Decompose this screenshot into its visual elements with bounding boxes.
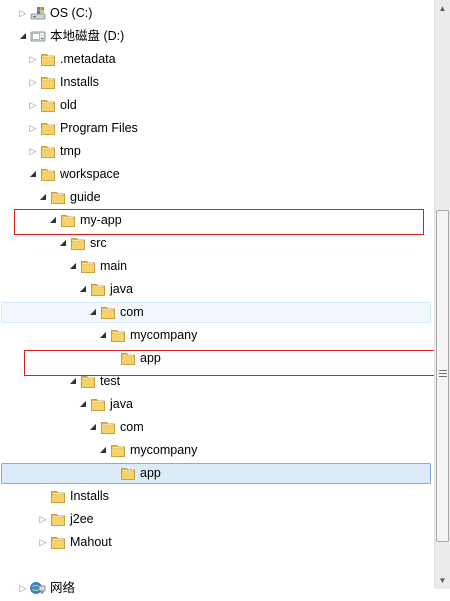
- folder-icon: [110, 327, 126, 343]
- tree-node[interactable]: Installs: [0, 486, 434, 509]
- tree-node-label: java: [110, 282, 133, 296]
- folder-icon: [80, 258, 96, 274]
- tree-node-label: src: [90, 236, 107, 250]
- tree-node[interactable]: ◢ com: [0, 302, 434, 325]
- tree-node-label: com: [120, 420, 144, 434]
- tree-node-label: Program Files: [60, 121, 138, 135]
- expanded-arrow-icon[interactable]: ◢: [28, 167, 38, 181]
- folder-icon: [70, 235, 86, 251]
- folder-icon: [50, 534, 66, 550]
- folder-icon: [40, 51, 56, 67]
- collapsed-arrow-icon[interactable]: ▷: [28, 121, 38, 135]
- tree-node[interactable]: ▷ j2ee: [0, 509, 434, 532]
- collapsed-arrow-icon[interactable]: ▷: [38, 512, 48, 526]
- tree-node[interactable]: ◢ workspace: [0, 164, 434, 187]
- tree-node-label: j2ee: [70, 512, 94, 526]
- tree-node-label: mycompany: [130, 328, 198, 342]
- tree-node-label: Installs: [70, 489, 109, 503]
- folder-icon: [40, 97, 56, 113]
- tree-node[interactable]: ▷ old: [0, 95, 434, 118]
- highlight-box-my-app: [14, 209, 424, 235]
- tree-node-label: mycompany: [130, 443, 198, 457]
- expanded-arrow-icon[interactable]: ◢: [68, 259, 78, 273]
- scrollbar-thumb[interactable]: [436, 210, 449, 542]
- tree-node[interactable]: ◢ src: [0, 233, 434, 256]
- tree-node-label: Installs: [60, 75, 99, 89]
- tree-node-label: java: [110, 397, 133, 411]
- collapsed-arrow-icon[interactable]: ▷: [28, 52, 38, 66]
- expanded-arrow-icon[interactable]: ◢: [38, 190, 48, 204]
- expanded-arrow-icon[interactable]: ◢: [88, 305, 98, 319]
- folder-icon: [110, 442, 126, 458]
- tree-node[interactable]: ◢ mycompany: [0, 440, 434, 463]
- folder-icon: [40, 143, 56, 159]
- folder-icon: [50, 189, 66, 205]
- folder-tree: ▷ OS (C:) ◢ 本地磁盘 (D:) ▷ .metadata ▷ Installs ▷ ol…: [0, 0, 434, 595]
- tree-node-label: old: [60, 98, 77, 112]
- folder-icon: [120, 465, 136, 481]
- tree-node-label: app: [140, 466, 161, 480]
- tree-node-label: guide: [70, 190, 101, 204]
- folder-icon: [100, 419, 116, 435]
- tree-node-label: main: [100, 259, 128, 273]
- drive-local-icon: [30, 28, 46, 44]
- highlight-box-app: [24, 350, 450, 376]
- tree-node[interactable]: ▷ 网络: [0, 578, 434, 601]
- tree-node[interactable]: ◢ guide: [0, 187, 434, 210]
- folder-icon: [90, 396, 106, 412]
- scroll-down-arrow-icon[interactable]: ▼: [435, 572, 450, 589]
- expanded-arrow-icon[interactable]: ◢: [78, 397, 88, 411]
- expanded-arrow-icon[interactable]: ◢: [78, 282, 88, 296]
- folder-icon: [50, 488, 66, 504]
- folder-icon: [100, 304, 116, 320]
- hover-highlight: [1, 302, 431, 323]
- expanded-arrow-icon[interactable]: ◢: [18, 29, 28, 43]
- tree-node[interactable]: app: [0, 463, 434, 486]
- tree-node[interactable]: ▷ Installs: [0, 72, 434, 95]
- tree-node-label: workspace: [60, 167, 120, 181]
- tree-node[interactable]: ◢ mycompany: [0, 325, 434, 348]
- folder-icon: [40, 74, 56, 90]
- tree-node-label: 本地磁盘 (D:): [50, 29, 125, 43]
- expanded-arrow-icon[interactable]: ◢: [68, 374, 78, 388]
- collapsed-arrow-icon[interactable]: ▷: [28, 75, 38, 89]
- collapsed-arrow-icon[interactable]: ▷: [38, 535, 48, 549]
- expanded-arrow-icon[interactable]: ◢: [88, 420, 98, 434]
- folder-icon: [90, 281, 106, 297]
- tree-node-label: tmp: [60, 144, 81, 158]
- folder-icon: [40, 166, 56, 182]
- tree-node[interactable]: ◢ main: [0, 256, 434, 279]
- network-icon: [30, 580, 46, 596]
- tree-node[interactable]: ▷ tmp: [0, 141, 434, 164]
- tree-node-label: com: [120, 305, 144, 319]
- expanded-arrow-icon[interactable]: ◢: [98, 328, 108, 342]
- tree-node-label: 网络: [50, 581, 76, 595]
- tree-node[interactable]: ◢ 本地磁盘 (D:): [0, 26, 434, 49]
- drive-windows-icon: [30, 5, 46, 21]
- tree-node[interactable]: ▷ Mahout: [0, 532, 434, 555]
- tree-node-label: OS (C:): [50, 6, 93, 20]
- tree-node[interactable]: ▷ Program Files: [0, 118, 434, 141]
- folder-icon: [50, 511, 66, 527]
- scroll-up-arrow-icon[interactable]: ▲: [435, 0, 450, 17]
- collapsed-arrow-icon[interactable]: ▷: [28, 144, 38, 158]
- selection-highlight: [1, 463, 431, 484]
- tree-node[interactable]: ▷ OS (C:): [0, 3, 434, 26]
- tree-node-label: Mahout: [70, 535, 112, 549]
- folder-icon: [40, 120, 56, 136]
- scroll-grip-icon: [439, 370, 447, 379]
- expanded-arrow-icon[interactable]: ◢: [58, 236, 68, 250]
- tree-node[interactable]: ◢ com: [0, 417, 434, 440]
- expanded-arrow-icon[interactable]: ◢: [98, 443, 108, 457]
- vertical-scrollbar[interactable]: ▲ ▼: [434, 0, 450, 589]
- tree-node[interactable]: ▷ .metadata: [0, 49, 434, 72]
- collapsed-arrow-icon[interactable]: ▷: [18, 581, 28, 595]
- collapsed-arrow-icon[interactable]: ▷: [28, 98, 38, 112]
- collapsed-arrow-icon[interactable]: ▷: [18, 6, 28, 20]
- tree-node[interactable]: ◢ java: [0, 394, 434, 417]
- tree-node[interactable]: ◢ java: [0, 279, 434, 302]
- tree-node-label: .metadata: [60, 52, 116, 66]
